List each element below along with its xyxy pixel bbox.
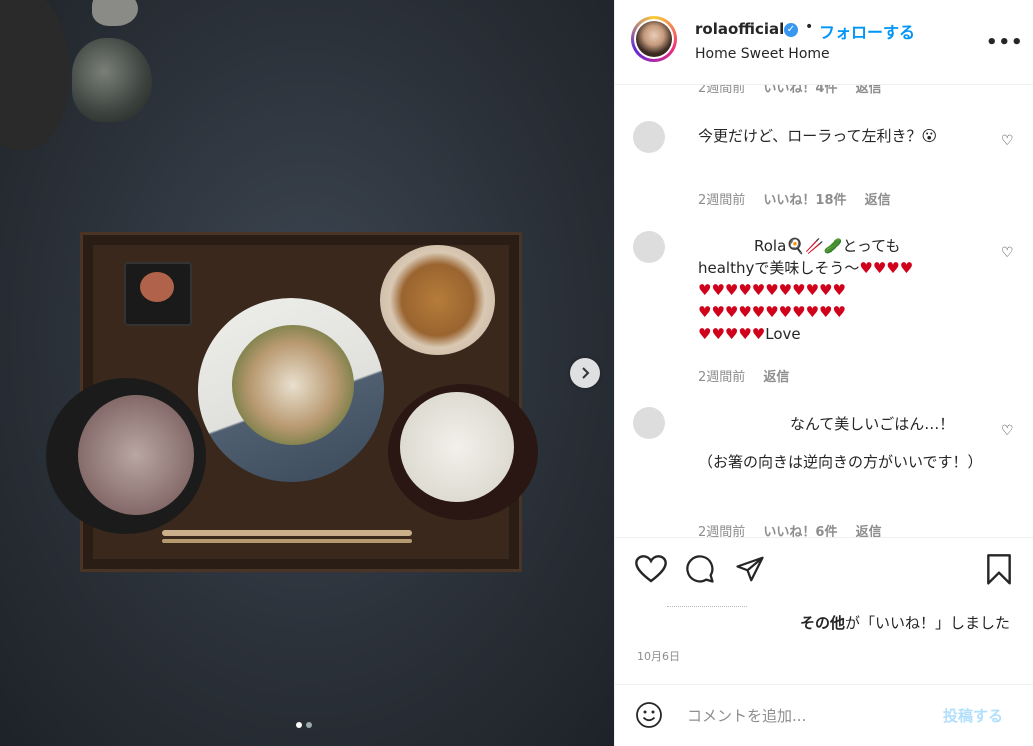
post-header: rolaofficial ✓ • フォローする Home Sweet Home … — [615, 0, 1033, 85]
stone — [92, 0, 138, 26]
like-comment-heart-icon[interactable]: ♡ — [1001, 423, 1014, 439]
comment-likes[interactable]: いいね！6件 — [763, 525, 837, 537]
follow-button[interactable]: フォローする — [819, 19, 915, 43]
rice — [78, 395, 194, 515]
like-comment-heart-icon[interactable]: ♡ — [1001, 133, 1014, 149]
carousel-dot-active — [296, 722, 302, 728]
comment-likes[interactable]: いいね！18件 — [763, 193, 846, 208]
comment-text: 今更だけど、ローラって左利き？😮 — [698, 127, 938, 145]
reply-button[interactable]: 返信 — [763, 370, 789, 385]
comment-text: healthyで美味しそう〜 — [698, 259, 860, 277]
comment-text: （お箸の向きは逆向きの方がいいです！） — [698, 453, 983, 471]
reply-button[interactable]: 返信 — [856, 85, 882, 96]
heart-emoji-row: ♥♥♥♥♥♥♥♥♥♥♥ — [698, 281, 846, 299]
avatar[interactable] — [633, 407, 665, 439]
emoji-icon[interactable] — [635, 701, 663, 729]
comment-bubble-icon[interactable] — [685, 554, 715, 584]
reply-button[interactable]: 返信 — [856, 525, 882, 537]
liker-avatars — [667, 606, 747, 613]
stone — [72, 38, 152, 122]
post-comment-button[interactable]: 投稿する — [943, 705, 1003, 726]
chevron-right-icon — [582, 367, 590, 379]
comment-text: Love — [765, 325, 801, 343]
heart-emoji-row: ♥♥♥♥♥♥♥♥♥♥♥ — [698, 303, 846, 321]
verified-badge-icon: ✓ — [784, 23, 798, 37]
chopsticks — [162, 530, 412, 536]
comment-text: Rola🍳🥢🥒とっても — [754, 237, 901, 255]
username-link[interactable]: rolaofficial — [695, 20, 784, 38]
heart-emoji-row: ♥♥♥♥♥ — [698, 325, 766, 343]
likes-summary: その他が「いいね！」しました — [615, 606, 1033, 636]
avatar[interactable] — [633, 121, 665, 153]
comment-time: 2週間前 — [698, 85, 746, 96]
instagram-post-view: rolaofficial ✓ • フォローする Home Sweet Home … — [0, 0, 1033, 746]
comment-time: 2週間前 — [698, 525, 746, 537]
post-date[interactable]: 10月6日 — [637, 648, 680, 664]
like-comment-heart-icon[interactable]: ♡ — [1001, 245, 1014, 261]
more-options-button[interactable]: ••• — [986, 32, 1024, 53]
chopsticks — [162, 539, 412, 543]
tofu — [400, 392, 514, 502]
share-paper-plane-icon[interactable] — [735, 554, 765, 584]
carousel-dot — [306, 722, 312, 728]
carousel-next-button[interactable] — [570, 358, 600, 388]
comment-likes[interactable]: いいね！4件 — [763, 85, 837, 96]
avatar[interactable] — [631, 16, 677, 62]
separator-dot: • — [805, 19, 814, 35]
reply-button[interactable]: 返信 — [865, 193, 891, 208]
like-heart-icon[interactable] — [635, 554, 667, 584]
comment-time: 2週間前 — [698, 193, 746, 208]
post-side-panel: rolaofficial ✓ • フォローする Home Sweet Home … — [614, 0, 1033, 746]
stone — [0, 0, 70, 150]
add-comment-bar: 投稿する — [615, 684, 1033, 746]
umeboshi — [140, 272, 174, 302]
post-photo — [0, 0, 614, 746]
comment-time: 2週間前 — [698, 370, 746, 385]
comment-input[interactable] — [685, 703, 929, 729]
likes-summary-text: が「いいね！」しました — [844, 614, 1010, 632]
natto-bowl — [380, 245, 495, 355]
comments-list: 2週間前 いいね！4件 返信 今更だけど、ローラって左利き？😮 ♡ 2週間前 い… — [615, 85, 1033, 537]
location-link[interactable]: Home Sweet Home — [695, 46, 830, 62]
post-actions-bar — [615, 537, 1033, 597]
avatar[interactable] — [633, 231, 665, 263]
main-dish-food — [232, 325, 354, 445]
save-bookmark-icon[interactable] — [985, 554, 1013, 586]
comment-text: なんて美しいごはん…！ — [790, 415, 955, 433]
likes-others-link[interactable]: その他 — [800, 614, 845, 632]
heart-emoji-row: ♥♥♥♥ — [859, 259, 914, 277]
carousel-dots — [296, 722, 312, 728]
